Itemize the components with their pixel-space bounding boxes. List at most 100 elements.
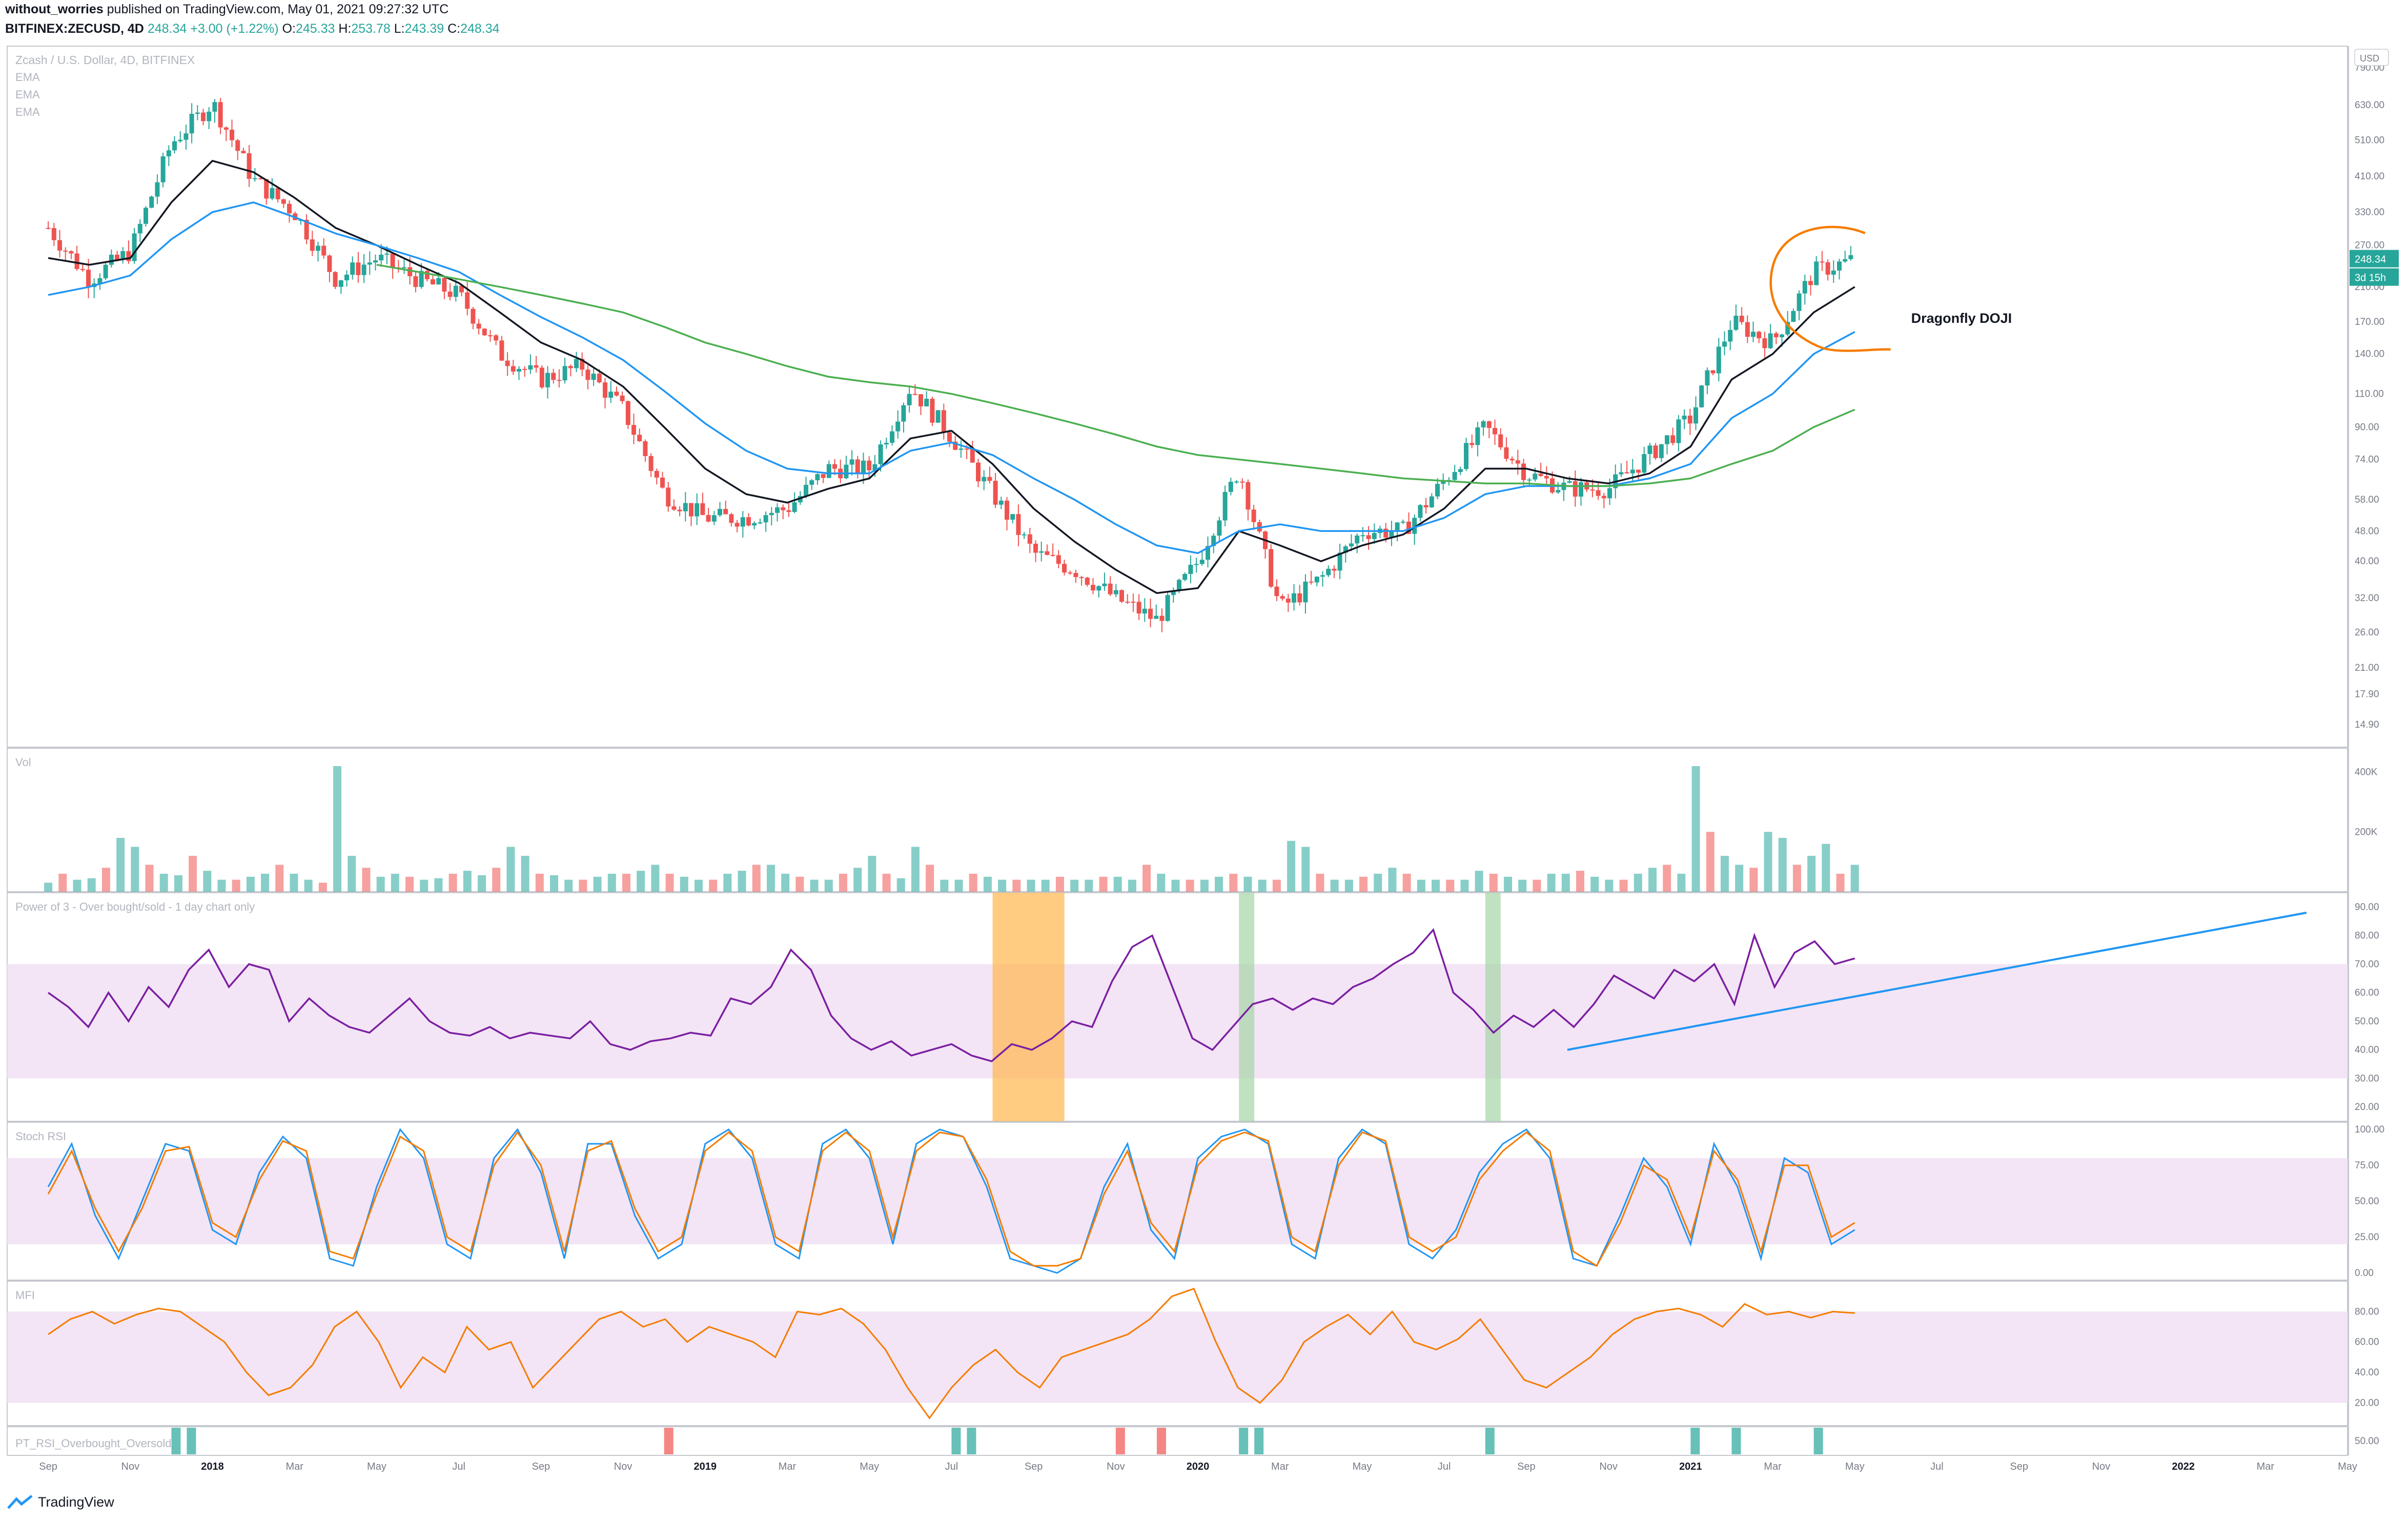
volume-bar <box>1287 840 1296 892</box>
x-tick-label: Mar <box>286 1461 304 1472</box>
volume-bar <box>217 879 226 892</box>
candle-body <box>1136 602 1141 614</box>
candle-body <box>832 464 838 469</box>
candle-body <box>1745 322 1750 337</box>
volume-bar <box>1157 874 1166 892</box>
candle-body <box>522 368 527 370</box>
volume-bar <box>579 879 587 892</box>
candle-body <box>637 435 642 442</box>
candle-body <box>1297 593 1302 603</box>
candle-body <box>115 254 120 260</box>
candle-body <box>1521 463 1526 480</box>
price-tick-label: 17.90 <box>2355 689 2379 700</box>
candle-body <box>1773 333 1779 338</box>
candle-body <box>1636 469 1641 473</box>
volume-bar <box>593 876 602 892</box>
price-tick-label: 58.00 <box>2355 495 2379 505</box>
candle-body <box>333 272 338 287</box>
volume-bar <box>882 874 891 892</box>
volume-bar <box>1489 874 1498 892</box>
osc-tick-label: 60.00 <box>2355 988 2379 998</box>
x-tick-label: May <box>2338 1461 2357 1472</box>
pt-rsi-signal-bar <box>1813 1428 1823 1454</box>
x-tick-label: Jul <box>945 1461 958 1472</box>
candle-body <box>86 270 91 287</box>
osc-tick-label: 20.00 <box>2355 1102 2379 1113</box>
volume-bar <box>1041 879 1050 892</box>
volume-bar <box>1720 856 1729 892</box>
chart-title: Zcash / U.S. Dollar, 4D, BITFINEX <box>15 53 195 67</box>
candle-body <box>1010 514 1015 520</box>
candle-body <box>407 267 413 277</box>
candle-body <box>1504 447 1509 459</box>
volume-bar <box>1344 879 1353 892</box>
x-tick-label: Mar <box>1764 1461 1782 1472</box>
candle-body <box>568 366 573 368</box>
candle-body <box>63 250 68 252</box>
candle-body <box>919 394 924 407</box>
osc-tick-label: 25.00 <box>2355 1232 2379 1243</box>
volume-bar <box>101 868 110 892</box>
candle-body <box>344 274 350 281</box>
candle-body <box>1843 259 1848 262</box>
candle-body <box>1481 421 1486 427</box>
pt-rsi-signal-bar <box>187 1428 196 1454</box>
candle-body <box>1033 543 1038 553</box>
volume-bar <box>362 868 371 892</box>
volume-bar <box>1085 879 1093 892</box>
candle-body <box>1314 577 1319 583</box>
volume-bar <box>506 847 515 892</box>
candle-body <box>1240 481 1245 483</box>
currency-badge-label: USD <box>2360 53 2379 64</box>
volume-bar <box>290 874 298 892</box>
candle-body <box>1630 469 1635 474</box>
x-tick-label: Mar <box>779 1461 797 1472</box>
candle-body <box>1349 543 1354 547</box>
candle-body <box>941 410 946 433</box>
chart-canvas[interactable]: Sep Nov 2018 Mar May Jul Sep Nov 2019 Mar May Jul Se… <box>0 0 2408 1522</box>
candle-body <box>1579 482 1584 497</box>
volume-bar <box>1504 876 1513 892</box>
volume-bar <box>637 871 645 892</box>
candle-body <box>57 240 63 251</box>
candle-body <box>792 502 797 512</box>
volume-bar <box>564 879 573 892</box>
candle-body <box>907 394 912 405</box>
osc-tick-label: 80.00 <box>2355 1306 2379 1317</box>
candle-body <box>993 481 998 505</box>
candle-body <box>46 228 51 229</box>
candle-body <box>499 340 504 361</box>
volume-bar <box>1735 865 1744 892</box>
candle-body <box>384 253 390 255</box>
volume-bar <box>550 875 559 892</box>
candle-body <box>1222 491 1228 521</box>
tradingview-footer[interactable]: TradingView <box>7 1494 114 1510</box>
volume-bar <box>261 874 270 892</box>
price-tick-label: 140.00 <box>2355 349 2384 360</box>
candle-body <box>1831 270 1836 275</box>
candle-body <box>1131 602 1136 603</box>
candle-body <box>895 421 901 431</box>
candle-body <box>1251 509 1256 522</box>
candle-body <box>144 208 149 224</box>
candle-body <box>643 441 648 456</box>
candle-body <box>878 444 883 464</box>
candle-body <box>1596 490 1601 496</box>
volume-bar <box>607 874 616 892</box>
volume-bar <box>1229 874 1238 892</box>
pt-rsi-signal-bar <box>1485 1428 1495 1454</box>
ema-legend-label: EMA <box>15 88 40 101</box>
osc-tick-label: 100.00 <box>2355 1124 2384 1135</box>
candle-body <box>1125 602 1130 603</box>
osc-title-2: Power of 3 - Over bought/sold - 1 day ch… <box>15 900 255 913</box>
candle-body <box>884 443 889 445</box>
pt-rsi-signal-bar <box>967 1428 976 1454</box>
candle-body <box>183 133 189 140</box>
candle-body <box>241 151 246 154</box>
volume-bar <box>1677 874 1686 892</box>
candle-body <box>1177 580 1182 591</box>
pane-frame-1 <box>7 748 2348 892</box>
price-tick-label: 14.90 <box>2355 719 2379 730</box>
price-tick-label: 170.00 <box>2355 317 2384 327</box>
candle-body <box>631 425 637 435</box>
